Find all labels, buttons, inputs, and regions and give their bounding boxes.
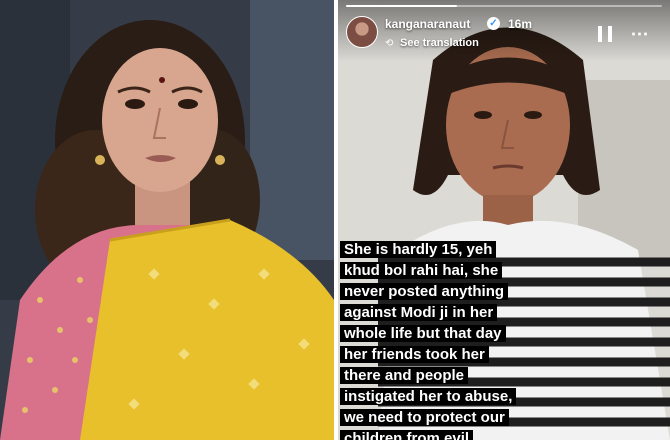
caption-line: instigated her to abuse, — [340, 387, 550, 406]
verified-badge-icon: ✓ — [487, 17, 500, 30]
caption-line: khud bol rahi hai, she — [340, 261, 550, 280]
caption-line-text: children from evil — [340, 430, 474, 440]
translate-icon: ⟲ — [385, 38, 394, 49]
story-progress-bar — [346, 5, 662, 7]
story-progress-fill — [346, 5, 457, 7]
caption-line-text: against Modi ji in her — [340, 304, 498, 321]
caption-line: She is hardly 15, yeh — [340, 240, 550, 259]
caption-line-text: instigated her to abuse, — [340, 388, 517, 405]
pause-icon[interactable] — [598, 26, 612, 42]
woman-in-saree-photo — [0, 0, 334, 440]
see-translation-link[interactable]: See translation — [400, 37, 479, 49]
caption-line: her friends took her — [340, 345, 550, 364]
more-options-icon[interactable]: ⋯ — [628, 24, 652, 44]
caption-line: there and people — [340, 366, 550, 385]
caption-line: children from evil — [340, 429, 550, 440]
left-photo-panel — [0, 0, 334, 440]
caption-line: whole life but that day — [340, 324, 550, 343]
caption-line-text: never posted anything — [340, 283, 509, 300]
caption-line-text: khud bol rahi hai, she — [340, 262, 503, 279]
caption-line: never posted anything — [340, 282, 550, 301]
story-username[interactable]: kanganaranaut — [385, 17, 470, 31]
caption-line-text: whole life but that day — [340, 325, 506, 342]
instagram-story-panel: kanganaranaut ✓ 16m ⟲ See translation ⋯ … — [338, 0, 670, 440]
caption-line-text: there and people — [340, 367, 469, 384]
caption-line-text: we need to protect our — [340, 409, 509, 426]
caption-line-text: her friends took her — [340, 346, 489, 363]
caption-line: against Modi ji in her — [340, 303, 550, 322]
caption-line: we need to protect our — [340, 408, 550, 427]
avatar[interactable] — [346, 16, 378, 48]
story-time-ago: 16m — [508, 17, 533, 31]
story-caption: She is hardly 15, yeh khud bol rahi hai, … — [340, 240, 550, 440]
caption-line-text: She is hardly 15, yeh — [340, 241, 497, 258]
story-header — [338, 0, 670, 62]
